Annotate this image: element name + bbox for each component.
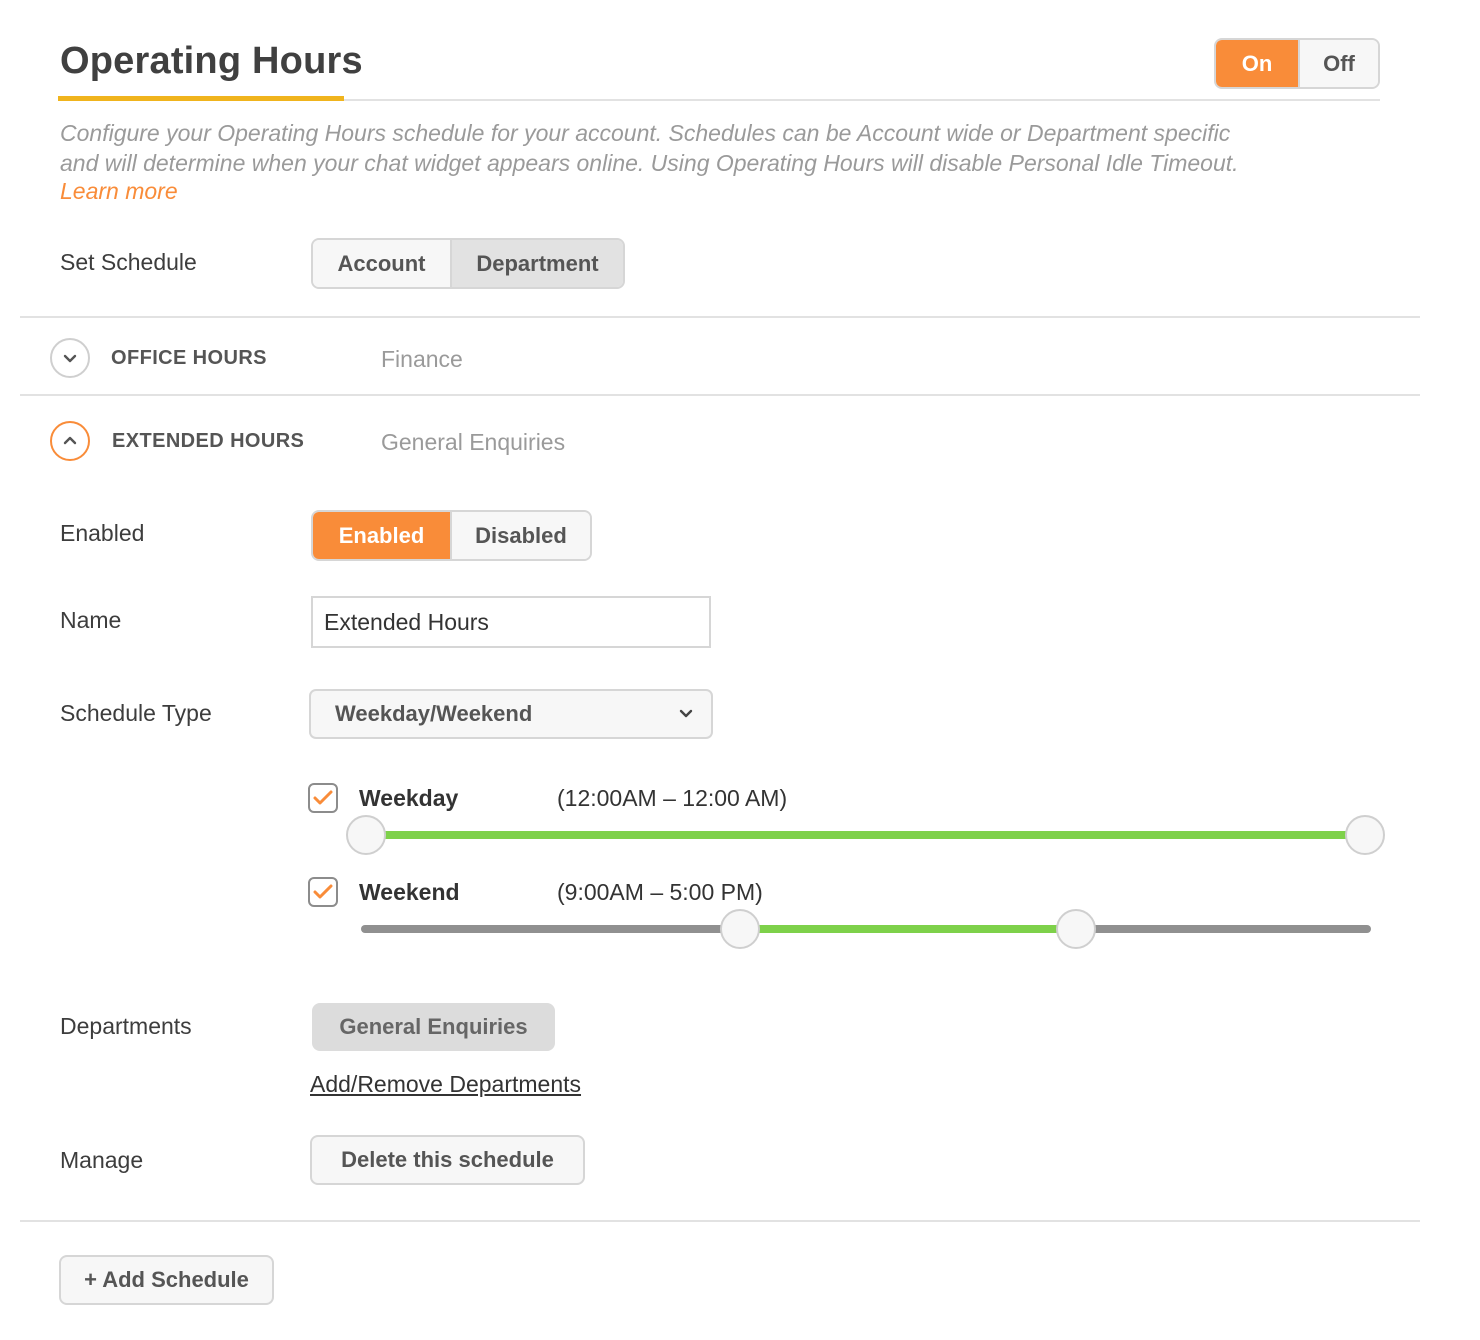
set-schedule-label: Set Schedule [60,249,197,275]
description-line-2: and will determine when your chat widget… [60,150,1239,176]
schedule-title-extended-hours: EXTENDED HOURS [112,430,305,452]
delete-schedule-button[interactable]: Delete this schedule [310,1135,585,1185]
description-line-1: Configure your Operating Hours schedule … [60,120,1231,146]
schedule-type-value: Weekday/Weekend [335,701,533,726]
weekend-time-range: (9:00AM – 5:00 PM) [557,879,763,905]
chevron-up-icon [63,436,77,445]
chevron-down-icon [63,354,77,363]
weekend-checkbox[interactable] [308,877,338,907]
weekday-checkbox[interactable] [308,783,338,813]
slider-end-handle[interactable] [1056,909,1097,949]
schedule-type-select[interactable]: Weekday/Weekend [309,689,713,739]
weekend-time-slider[interactable] [361,909,1371,949]
manage-label: Manage [60,1147,144,1173]
description: Configure your Operating Hours schedule … [60,118,1360,178]
slider-end-handle[interactable] [1345,815,1385,855]
enabled-label: Enabled [60,520,145,546]
caret-down-icon [679,709,693,718]
checkmark-icon [313,790,333,805]
add-schedule-button[interactable]: + Add Schedule [59,1255,274,1305]
slider-range-fill [739,925,1077,933]
collapse-extended-hours-button[interactable] [50,421,90,461]
divider [20,1220,1420,1222]
expand-office-hours-button[interactable] [50,338,90,378]
schedule-type-label: Schedule Type [60,700,212,726]
toggle-off-button[interactable]: Off [1298,40,1378,87]
schedule-department-option[interactable]: Department [450,240,623,287]
add-remove-departments-link[interactable]: Add/Remove Departments [310,1071,581,1098]
slider-start-handle[interactable] [719,909,760,949]
enabled-segmented: Enabled Disabled [311,510,592,561]
divider [20,394,1420,396]
enabled-option[interactable]: Enabled [313,512,450,559]
learn-more-link[interactable]: Learn more [60,178,178,205]
checkmark-icon [313,884,333,899]
schedule-title-office-hours: OFFICE HOURS [111,347,267,369]
slider-start-handle[interactable] [346,815,386,855]
operating-hours-toggle: On Off [1214,38,1380,89]
set-schedule-segmented: Account Department [311,238,625,289]
weekday-time-range: (12:00AM – 12:00 AM) [557,785,788,811]
header-divider [344,99,1380,101]
weekday-label: Weekday [359,785,459,811]
disabled-option[interactable]: Disabled [450,512,590,559]
weekday-time-slider[interactable] [346,815,1385,855]
divider [20,316,1420,318]
schedule-account-option[interactable]: Account [313,240,450,287]
schedule-department-finance: Finance [381,346,463,372]
toggle-on-button[interactable]: On [1216,40,1298,87]
slider-range-fill [366,831,1365,839]
page-title: Operating Hours [60,40,363,82]
department-chip: General Enquiries [312,1003,555,1051]
departments-label: Departments [60,1013,192,1039]
schedule-name-input[interactable] [311,596,711,648]
weekend-label: Weekend [359,879,460,905]
title-underline [58,96,344,101]
name-label: Name [60,607,122,633]
schedule-department-general-enquiries: General Enquiries [381,429,566,455]
